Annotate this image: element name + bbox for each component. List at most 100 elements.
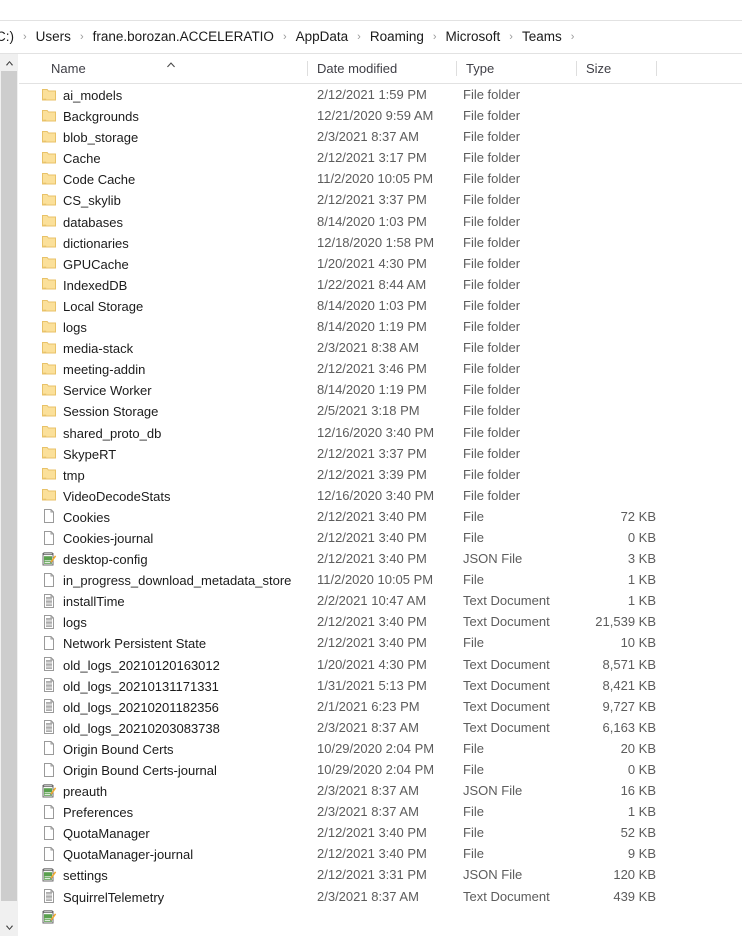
column-divider-4[interactable]	[656, 61, 657, 76]
scroll-down-arrow-icon[interactable]	[0, 919, 18, 936]
cell-name[interactable]: QuotaManager-journal	[41, 843, 193, 864]
table-row[interactable]: installTime 2/2/2021 10:47 AM Text Documen…	[19, 590, 742, 611]
column-header-type[interactable]: Type	[456, 54, 576, 83]
table-row[interactable]: Cache 2/12/2021 3:17 PM File folder	[19, 147, 742, 168]
table-row[interactable]: Network Persistent State 2/12/2021 3:40 P…	[19, 632, 742, 653]
table-row[interactable]: old_logs_20210131171331 1/31/2021 5:13 PM…	[19, 675, 742, 696]
table-row[interactable]: databases 8/14/2020 1:03 PM File folder	[19, 211, 742, 232]
breadcrumb-item-5[interactable]: Microsoft	[446, 21, 501, 53]
scrollbar-thumb[interactable]	[1, 71, 17, 901]
table-row[interactable]: Cookies-journal 2/12/2021 3:40 PM File 0 KB	[19, 527, 742, 548]
cell-name[interactable]: IndexedDB	[41, 274, 127, 295]
table-row[interactable]: QuotaManager 2/12/2021 3:40 PM File 52 KB	[19, 822, 742, 843]
table-row[interactable]: dictionaries 12/18/2020 1:58 PM File folde…	[19, 232, 742, 253]
cell-name[interactable]: Code Cache	[41, 168, 135, 189]
table-row[interactable]: Service Worker 8/14/2020 1:19 PM File fold…	[19, 379, 742, 400]
file-name-label: IndexedDB	[63, 277, 128, 293]
cell-name[interactable]: Backgrounds	[41, 105, 139, 126]
cell-name[interactable]: SkypeRT	[41, 443, 116, 464]
cell-name[interactable]: Cookies	[41, 506, 110, 527]
cell-name[interactable]: ai_models	[41, 84, 122, 105]
cell-name[interactable]: blob_storage	[41, 126, 138, 147]
table-row[interactable]: Preferences 2/3/2021 8:37 AM File 1 KB	[19, 801, 742, 822]
table-row[interactable]: Origin Bound Certs-journal 10/29/2020 2:0…	[19, 759, 742, 780]
cell-name[interactable]: Cookies-journal	[41, 527, 153, 548]
table-row[interactable]: preauth 2/3/2021 8:37 AM JSON File 16 KB	[19, 780, 742, 801]
cell-name[interactable]: desktop-config	[41, 548, 148, 569]
cell-name[interactable]: databases	[41, 211, 123, 232]
cell-name[interactable]: VideoDecodeStats	[41, 485, 170, 506]
cell-name[interactable]: old_logs_20210131171331	[41, 675, 219, 696]
breadcrumb-item-6[interactable]: Teams	[522, 21, 562, 53]
cell-name[interactable]: shared_proto_db	[41, 422, 161, 443]
cell-name[interactable]: Preferences	[41, 801, 133, 822]
table-row[interactable]: tmp 2/12/2021 3:39 PM File folder	[19, 464, 742, 485]
cell-name[interactable]: Cache	[41, 147, 101, 168]
cell-name[interactable]: Origin Bound Certs	[41, 738, 174, 759]
cell-name[interactable]: SquirrelTelemetry	[41, 886, 164, 907]
cell-name[interactable]: old_logs_20210203083738	[41, 717, 220, 738]
table-row[interactable]: GPUCache 1/20/2021 4:30 PM File folder	[19, 253, 742, 274]
cell-name[interactable]: GPUCache	[41, 253, 129, 274]
table-row[interactable]: IndexedDB 1/22/2021 8:44 AM File folder	[19, 274, 742, 295]
table-row[interactable]: shared_proto_db 12/16/2020 3:40 PM File fo…	[19, 422, 742, 443]
table-row[interactable]: blob_storage 2/3/2021 8:37 AM File folder	[19, 126, 742, 147]
cell-name[interactable]: old_logs_20210201182356	[41, 696, 219, 717]
table-row[interactable]: desktop-config 2/12/2021 3:40 PM JSON File…	[19, 548, 742, 569]
cell-name[interactable]: media-stack	[41, 337, 133, 358]
table-row[interactable]: old_logs_20210203083738 2/3/2021 8:37 AM T…	[19, 717, 742, 738]
table-row[interactable]: SkypeRT 2/12/2021 3:37 PM File folder	[19, 443, 742, 464]
cell-name[interactable]: logs	[41, 611, 87, 632]
cell-name[interactable]: QuotaManager	[41, 822, 150, 843]
table-row[interactable]: logs 2/12/2021 3:40 PM Text Document 21,539…	[19, 611, 742, 632]
cell-name[interactable]: old_logs_20210120163012	[41, 654, 220, 675]
column-header-name[interactable]: Name	[41, 54, 307, 83]
address-bar[interactable]: C:) › Users › frane.borozan.ACCELERATIO › AppD…	[0, 21, 742, 53]
breadcrumb-item-0[interactable]: C:)	[0, 21, 14, 53]
cell-name[interactable]: logs	[41, 316, 87, 337]
cell-name[interactable]: meeting-addin	[41, 358, 145, 379]
table-row[interactable]: Cookies 2/12/2021 3:40 PM File 72 KB	[19, 506, 742, 527]
table-row[interactable]: Local Storage 8/14/2020 1:03 PM File folde…	[19, 295, 742, 316]
table-row[interactable]: Session Storage 2/5/2021 3:18 PM File fold…	[19, 400, 742, 421]
column-header-name-label: Name	[51, 61, 86, 76]
cell-name[interactable]: installTime	[41, 590, 125, 611]
table-row[interactable]: meeting-addin 2/12/2021 3:46 PM File folde…	[19, 358, 742, 379]
cell-name[interactable]: preauth	[41, 780, 107, 801]
breadcrumb-item-1[interactable]: Users	[36, 21, 71, 53]
breadcrumb-item-3[interactable]: AppData	[296, 21, 349, 53]
table-row[interactable]: QuotaManager-journal 2/12/2021 3:40 PM Fil…	[19, 843, 742, 864]
table-row[interactable]: VideoDecodeStats 12/16/2020 3:40 PM File f…	[19, 485, 742, 506]
breadcrumb-item-4[interactable]: Roaming	[370, 21, 424, 53]
table-row[interactable]: Backgrounds 12/21/2020 9:59 AM File folder	[19, 105, 742, 126]
scroll-up-arrow-icon[interactable]	[0, 54, 18, 71]
cell-name[interactable]: in_progress_download_metadata_store	[41, 569, 291, 590]
cell-name[interactable]: dictionaries	[41, 232, 129, 253]
table-row[interactable]: logs 8/14/2020 1:19 PM File folder	[19, 316, 742, 337]
cell-name[interactable]: Network Persistent State	[41, 632, 206, 653]
cell-name[interactable]: Origin Bound Certs-journal	[41, 759, 217, 780]
cell-name[interactable]: tmp	[41, 464, 85, 485]
cell-name[interactable]: Service Worker	[41, 379, 152, 400]
table-row[interactable]: old_logs_20210120163012 1/20/2021 4:30 PM…	[19, 654, 742, 675]
table-row[interactable]: Code Cache 11/2/2020 10:05 PM File folder	[19, 168, 742, 189]
cell-name[interactable]	[41, 907, 63, 928]
column-header-size[interactable]: Size	[576, 54, 656, 83]
table-row[interactable]: ai_models 2/12/2021 1:59 PM File folder	[19, 84, 742, 105]
table-row[interactable]: in_progress_download_metadata_store 11/2/…	[19, 569, 742, 590]
cell-name[interactable]: Local Storage	[41, 295, 143, 316]
breadcrumb-item-2[interactable]: frane.borozan.ACCELERATIO	[93, 21, 274, 53]
table-row[interactable]: old_logs_20210201182356 2/1/2021 6:23 PM T…	[19, 696, 742, 717]
table-row[interactable]: media-stack 2/3/2021 8:38 AM File folder	[19, 337, 742, 358]
table-row[interactable]: Origin Bound Certs 10/29/2020 2:04 PM File…	[19, 738, 742, 759]
cell-name[interactable]: Session Storage	[41, 400, 158, 421]
scrollbar-track[interactable]	[0, 71, 18, 919]
table-row[interactable]: SquirrelTelemetry 2/3/2021 8:37 AM Text Do…	[19, 886, 742, 907]
table-row[interactable]: settings 2/12/2021 3:31 PM JSON File 120 KB	[19, 864, 742, 885]
vertical-scrollbar[interactable]	[0, 54, 19, 936]
table-row[interactable]: CS_skylib 2/12/2021 3:37 PM File folder	[19, 189, 742, 210]
cell-name[interactable]: settings	[41, 864, 108, 885]
table-row[interactable]	[19, 907, 742, 924]
cell-name[interactable]: CS_skylib	[41, 189, 121, 210]
column-header-date-modified[interactable]: Date modified	[307, 54, 456, 83]
